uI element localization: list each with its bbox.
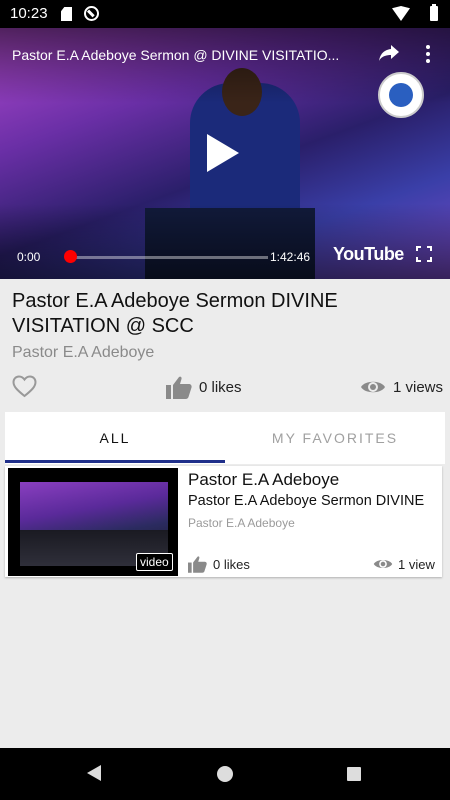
sd-card-icon bbox=[61, 7, 72, 21]
list-item-author: Pastor E.A Adeboye bbox=[188, 516, 295, 530]
list-item[interactable]: video Pastor E.A Adeboye Pastor E.A Adeb… bbox=[5, 466, 442, 577]
progress-thumb[interactable] bbox=[64, 250, 77, 263]
views-count: 1 views bbox=[393, 379, 444, 396]
do-not-disturb-icon bbox=[84, 6, 99, 21]
likes-count: 0 likes bbox=[199, 379, 242, 396]
wifi-icon bbox=[392, 6, 410, 21]
fullscreen-icon[interactable] bbox=[416, 246, 432, 262]
tab-indicator bbox=[5, 460, 225, 463]
list-item-views: 1 view bbox=[398, 557, 435, 572]
player-title[interactable]: Pastor E.A Adeboye Sermon @ DIVINE VISIT… bbox=[12, 47, 352, 63]
thumbs-up-icon[interactable] bbox=[188, 555, 207, 573]
heart-icon[interactable] bbox=[12, 375, 37, 398]
youtube-logo[interactable]: YouTube bbox=[333, 244, 404, 265]
video-author: Pastor E.A Adeboye bbox=[12, 344, 155, 361]
video-thumbnail[interactable]: video bbox=[8, 468, 178, 576]
total-time: 1:42:46 bbox=[270, 250, 311, 264]
share-icon[interactable] bbox=[378, 44, 400, 62]
video-player[interactable]: Pastor E.A Adeboye Sermon @ DIVINE VISIT… bbox=[0, 28, 450, 279]
tab-my-favorites[interactable]: MY FAVORITES bbox=[225, 412, 445, 464]
play-icon[interactable] bbox=[207, 134, 239, 172]
list-item-heading: Pastor E.A Adeboye bbox=[188, 470, 340, 489]
status-time: 10:23 bbox=[10, 5, 48, 22]
navigation-bar bbox=[0, 748, 450, 800]
progress-bar[interactable] bbox=[70, 256, 268, 259]
recents-icon[interactable] bbox=[347, 767, 361, 781]
more-options-icon[interactable] bbox=[424, 45, 432, 65]
video-badge: video bbox=[136, 553, 173, 571]
eye-icon bbox=[361, 381, 385, 393]
tab-bar: ALL MY FAVORITES bbox=[5, 412, 445, 464]
tab-all[interactable]: ALL bbox=[5, 412, 225, 464]
status-bar: 10:23 bbox=[0, 0, 450, 28]
home-icon[interactable] bbox=[217, 766, 233, 782]
back-icon[interactable] bbox=[87, 765, 101, 781]
video-title: Pastor E.A Adeboye Sermon DIVINE VISITAT… bbox=[12, 290, 338, 337]
list-item-likes: 0 likes bbox=[213, 557, 250, 572]
battery-icon bbox=[430, 4, 438, 21]
channel-logo bbox=[378, 72, 424, 118]
eye-icon bbox=[373, 559, 393, 569]
thumbs-up-icon[interactable] bbox=[166, 375, 192, 399]
current-time: 0:00 bbox=[17, 250, 41, 264]
list-item-title: Pastor E.A Adeboye Sermon DIVINE bbox=[188, 493, 425, 509]
